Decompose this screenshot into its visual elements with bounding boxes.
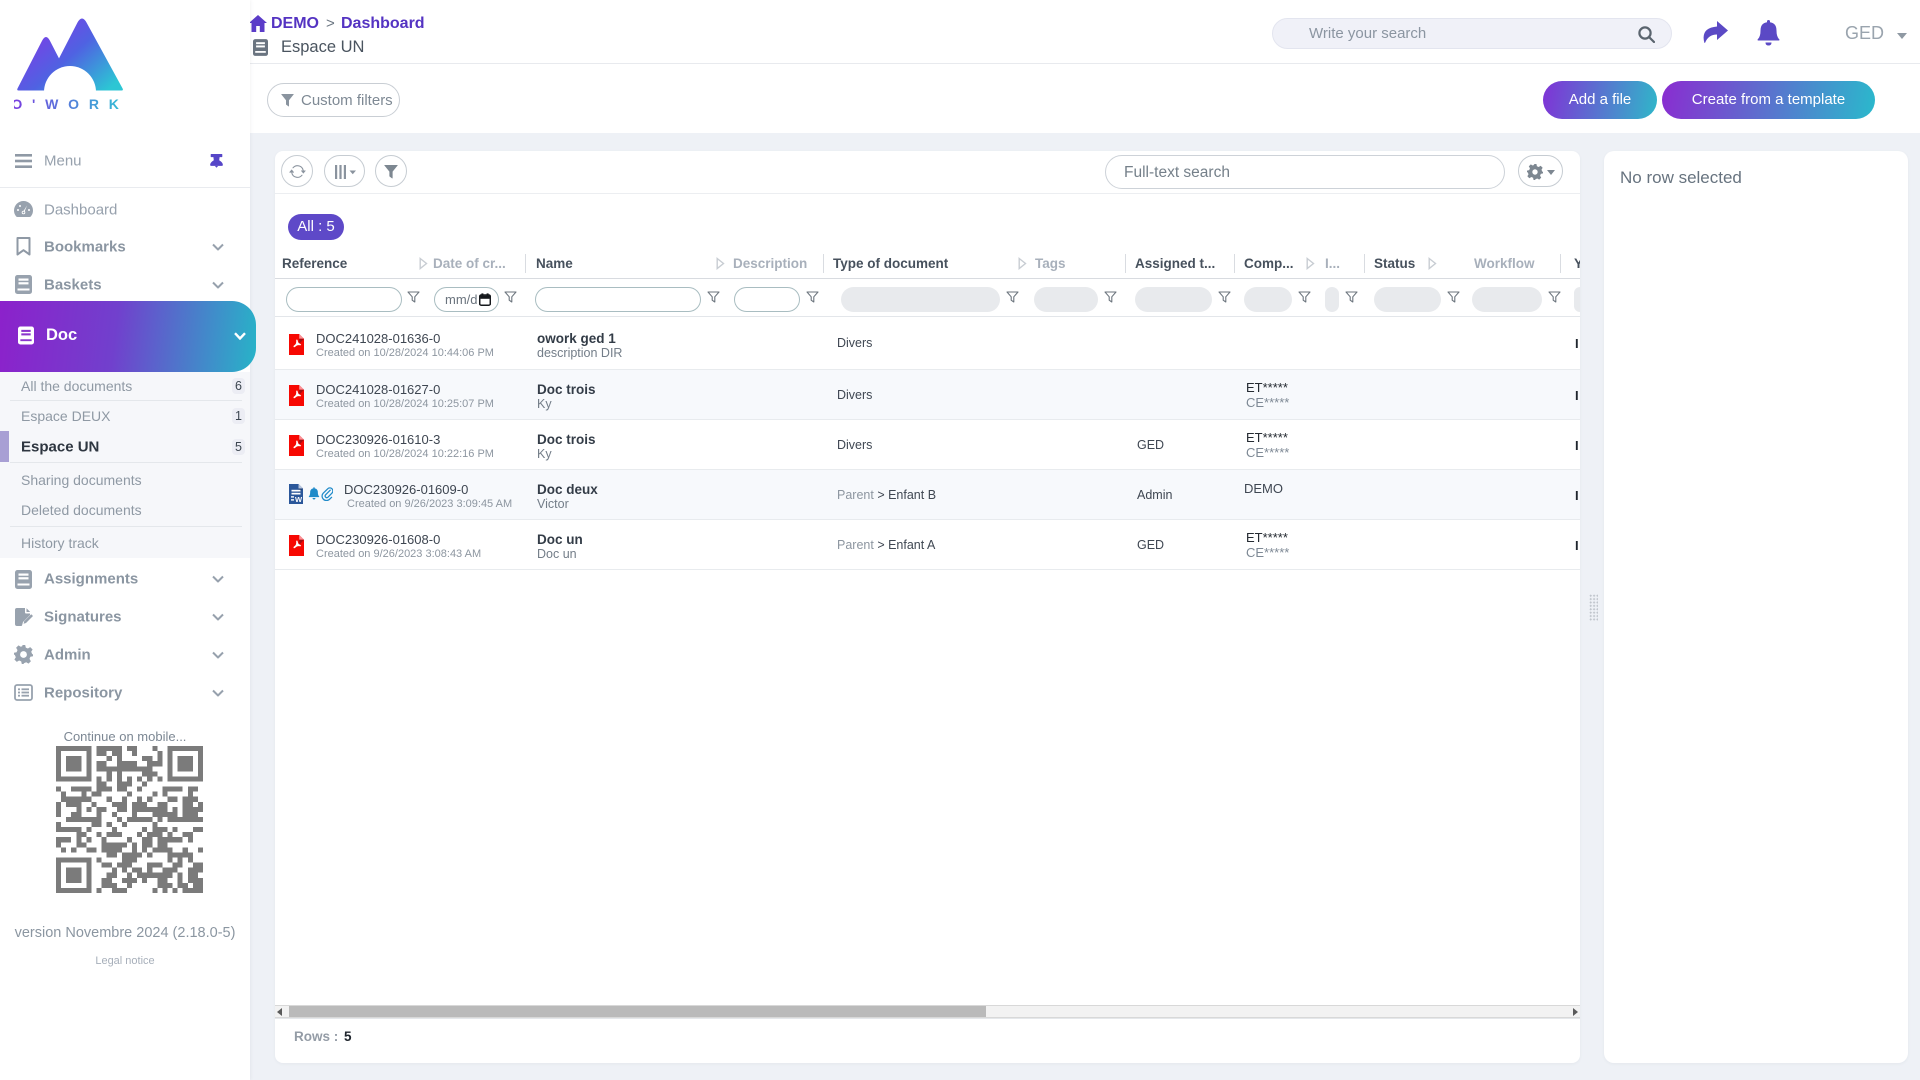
svg-text:W: W (295, 495, 303, 504)
svg-text:O'WORK: O'WORK (14, 96, 128, 112)
